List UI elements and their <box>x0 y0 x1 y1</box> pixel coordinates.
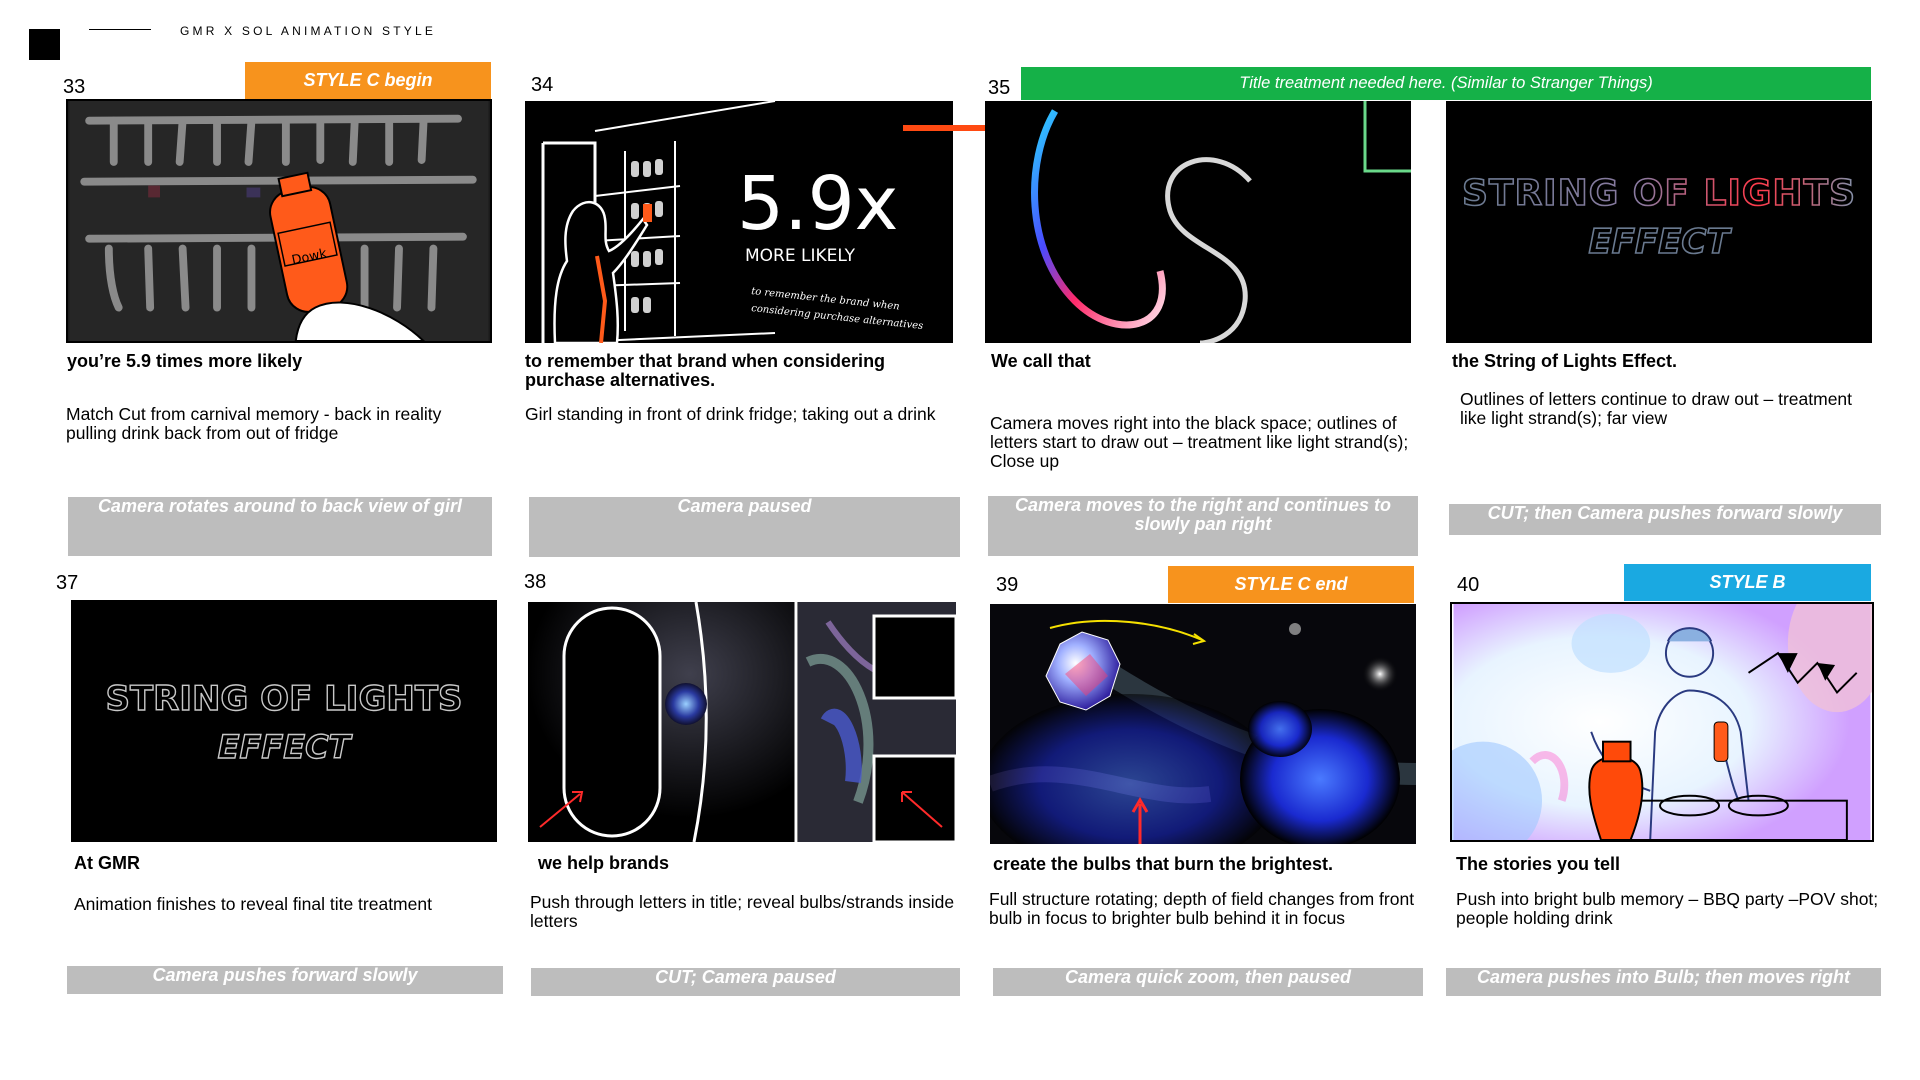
panel-37-camera-note: Camera pushes forward slowly <box>67 966 503 994</box>
panel-35-camera-note: Camera moves to the right and continues … <box>988 496 1418 556</box>
panel-38-description: Push through letters in title; reveal bu… <box>530 892 955 931</box>
panel-33-style-tag: STYLE C begin <box>245 62 491 99</box>
panel-38-number: 38 <box>524 571 547 593</box>
panel-40-frame <box>1450 602 1874 842</box>
panel-34-description: Girl standing in front of drink fridge; … <box>525 404 936 424</box>
panel-39-description: Full structure rotating; depth of field … <box>989 889 1415 928</box>
panel-35-voiceover: We call that <box>991 351 1091 371</box>
panel-36-frame: STRING OF LIGHTS EFFECT <box>1446 101 1872 343</box>
panel-37-frame: STRING OF LIGHTS EFFECT <box>71 600 497 842</box>
panel-38-camera-note: CUT; Camera paused <box>531 968 960 996</box>
panel-37-voiceover: At GMR <box>74 853 140 873</box>
panel-34-stat: 5.9x <box>737 161 898 247</box>
panel-40-camera-note: Camera pushes into Bulb; then moves righ… <box>1446 968 1881 996</box>
panel-37-number: 37 <box>56 572 79 594</box>
panel-40-description: Push into bright bulb memory – BBQ party… <box>1456 889 1879 928</box>
panel-36-title-treatment: STRING OF LIGHTS EFFECT <box>1446 101 1872 343</box>
panel-33-frame: Dowk <box>66 99 492 343</box>
panel-35-light-strand <box>985 101 1411 343</box>
panel-34-voiceover: to remember that brand when considering … <box>525 351 886 390</box>
panel-33-voiceover: you’re 5.9 times more likely <box>67 351 303 371</box>
panel-36-voiceover: the String of Lights Effect. <box>1452 351 1677 371</box>
panel-39-style-tag: STYLE C end <box>1168 566 1414 603</box>
panel-39-voiceover: create the bulbs that burn the brightest… <box>993 854 1334 874</box>
panel-37-title-line-1: STRING OF LIGHTS <box>105 679 462 719</box>
panel-40-style-tag: STYLE B <box>1624 564 1871 601</box>
panel-38-frame <box>528 602 956 842</box>
header-rule <box>89 29 151 30</box>
panel-34-number: 34 <box>531 74 554 96</box>
panel-37-title-line-2: EFFECT <box>218 728 353 766</box>
panel-40-bbq-memory <box>1452 604 1872 840</box>
panel-36-description: Outlines of letters continue to draw out… <box>1460 389 1853 428</box>
panel-39-bulbs <box>990 604 1416 844</box>
panel-36-title-line-2: EFFECT <box>1588 222 1732 262</box>
panel-39-number: 39 <box>996 574 1019 596</box>
panel-38-voiceover: we help brands <box>538 853 670 873</box>
panel-35-description: Camera moves right into the black space;… <box>990 413 1409 471</box>
panel-35-frame <box>985 101 1411 343</box>
panel-33-sketch: Dowk <box>69 101 489 341</box>
panel-36-title-line-1: STRING OF LIGHTS <box>1462 173 1856 214</box>
panel-37-description: Animation finishes to reveal final tite … <box>74 894 432 914</box>
panel-36-camera-note: CUT; then Camera pushes forward slowly <box>1449 504 1881 535</box>
panel-39-camera-note: Camera quick zoom, then paused <box>993 968 1423 996</box>
panel-39-frame <box>990 604 1416 844</box>
panel-33-camera-note: Camera rotates around to back view of gi… <box>68 497 492 556</box>
panel-37-title-treatment: STRING OF LIGHTS EFFECT <box>71 600 497 842</box>
panel-34-camera-note: Camera paused <box>529 497 960 557</box>
header-square-mark <box>29 29 60 60</box>
panel-33-description: Match Cut from carnival memory - back in… <box>66 404 442 443</box>
document-title: GMR X SOL ANIMATION STYLE <box>180 24 437 38</box>
panel-40-number: 40 <box>1457 574 1480 596</box>
panel-40-voiceover: The stories you tell <box>1456 854 1621 874</box>
panel-34-frame: 5.9x MORE LIKELY to remember the brand w… <box>525 101 953 343</box>
panel-35-title-banner: Title treatment needed here. (Similar to… <box>1021 67 1871 100</box>
panel-38-letter-interior <box>528 602 956 842</box>
panel-34-sketch: 5.9x MORE LIKELY to remember the brand w… <box>525 101 953 343</box>
panel-34-stat-label: MORE LIKELY <box>745 246 856 266</box>
panel-35-number: 35 <box>988 77 1011 99</box>
panel-33-number: 33 <box>63 76 86 98</box>
